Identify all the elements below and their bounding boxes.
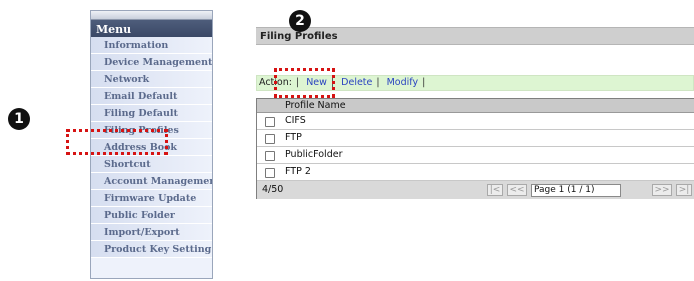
menu-item-device-management[interactable]: Device Management <box>91 54 212 71</box>
step-marker-one: 1 <box>8 108 30 130</box>
next-page-button[interactable]: >> <box>652 184 672 196</box>
menu-item-filing-profiles[interactable]: Filing Profiles <box>91 122 212 139</box>
menu-header: Menu <box>91 11 212 37</box>
modify-button[interactable]: Modify <box>387 77 418 88</box>
column-header-profile-name[interactable]: Profile Name <box>257 99 694 113</box>
menu-item-import-export[interactable]: Import/Export <box>91 224 212 241</box>
profile-name: FTP 2 <box>285 166 311 177</box>
table-row[interactable]: FTP <box>257 130 694 147</box>
menu-item-product-key-setting[interactable]: Product Key Setting <box>91 241 212 258</box>
separator: | <box>422 77 426 88</box>
page-input[interactable]: Page 1 (1 / 1) <box>531 184 621 197</box>
separator: | <box>376 77 380 88</box>
menu-item-filing-default[interactable]: Filing Default <box>91 105 212 122</box>
page-title: Filing Profiles <box>256 27 694 45</box>
table-row[interactable]: PublicFolder <box>257 147 694 164</box>
menu-item-shortcut[interactable]: Shortcut <box>91 156 212 173</box>
table-footer: 4/50 |< << Page 1 (1 / 1) >> >| <box>257 181 694 199</box>
action-label: Action: <box>259 77 292 88</box>
record-count: 4/50 <box>262 184 284 195</box>
profiles-table: Profile Name CIFS FTP PublicFolder FTP 2… <box>256 98 694 199</box>
row-checkbox[interactable] <box>265 134 275 144</box>
delete-button[interactable]: Delete <box>341 77 372 88</box>
profile-name: PublicFolder <box>285 149 343 160</box>
prev-page-button[interactable]: << <box>507 184 527 196</box>
menu-item-account-management[interactable]: Account Management <box>91 173 212 190</box>
action-bar: Action: | New | Delete | Modify | <box>256 75 694 91</box>
menu-item-address-book[interactable]: Address Book <box>91 139 212 156</box>
menu-item-firmware-update[interactable]: Firmware Update <box>91 190 212 207</box>
first-page-button[interactable]: |< <box>487 184 503 196</box>
profile-name: CIFS <box>285 115 306 126</box>
row-checkbox[interactable] <box>265 168 275 178</box>
row-checkbox[interactable] <box>265 117 275 127</box>
menu-item-network[interactable]: Network <box>91 71 212 88</box>
separator: | <box>330 77 335 88</box>
new-button[interactable]: New <box>306 77 327 88</box>
row-checkbox[interactable] <box>265 151 275 161</box>
separator: | <box>295 77 300 88</box>
menu-item-public-folder[interactable]: Public Folder <box>91 207 212 224</box>
profile-name: FTP <box>285 132 302 143</box>
table-row[interactable]: FTP 2 <box>257 164 694 181</box>
step-marker-two: 2 <box>289 10 311 32</box>
last-page-button[interactable]: >| <box>676 184 692 196</box>
menu-item-information[interactable]: Information <box>91 37 212 54</box>
menu-item-email-default[interactable]: Email Default <box>91 88 212 105</box>
side-menu: Menu Information Device Management Netwo… <box>90 10 213 279</box>
table-row[interactable]: CIFS <box>257 113 694 130</box>
